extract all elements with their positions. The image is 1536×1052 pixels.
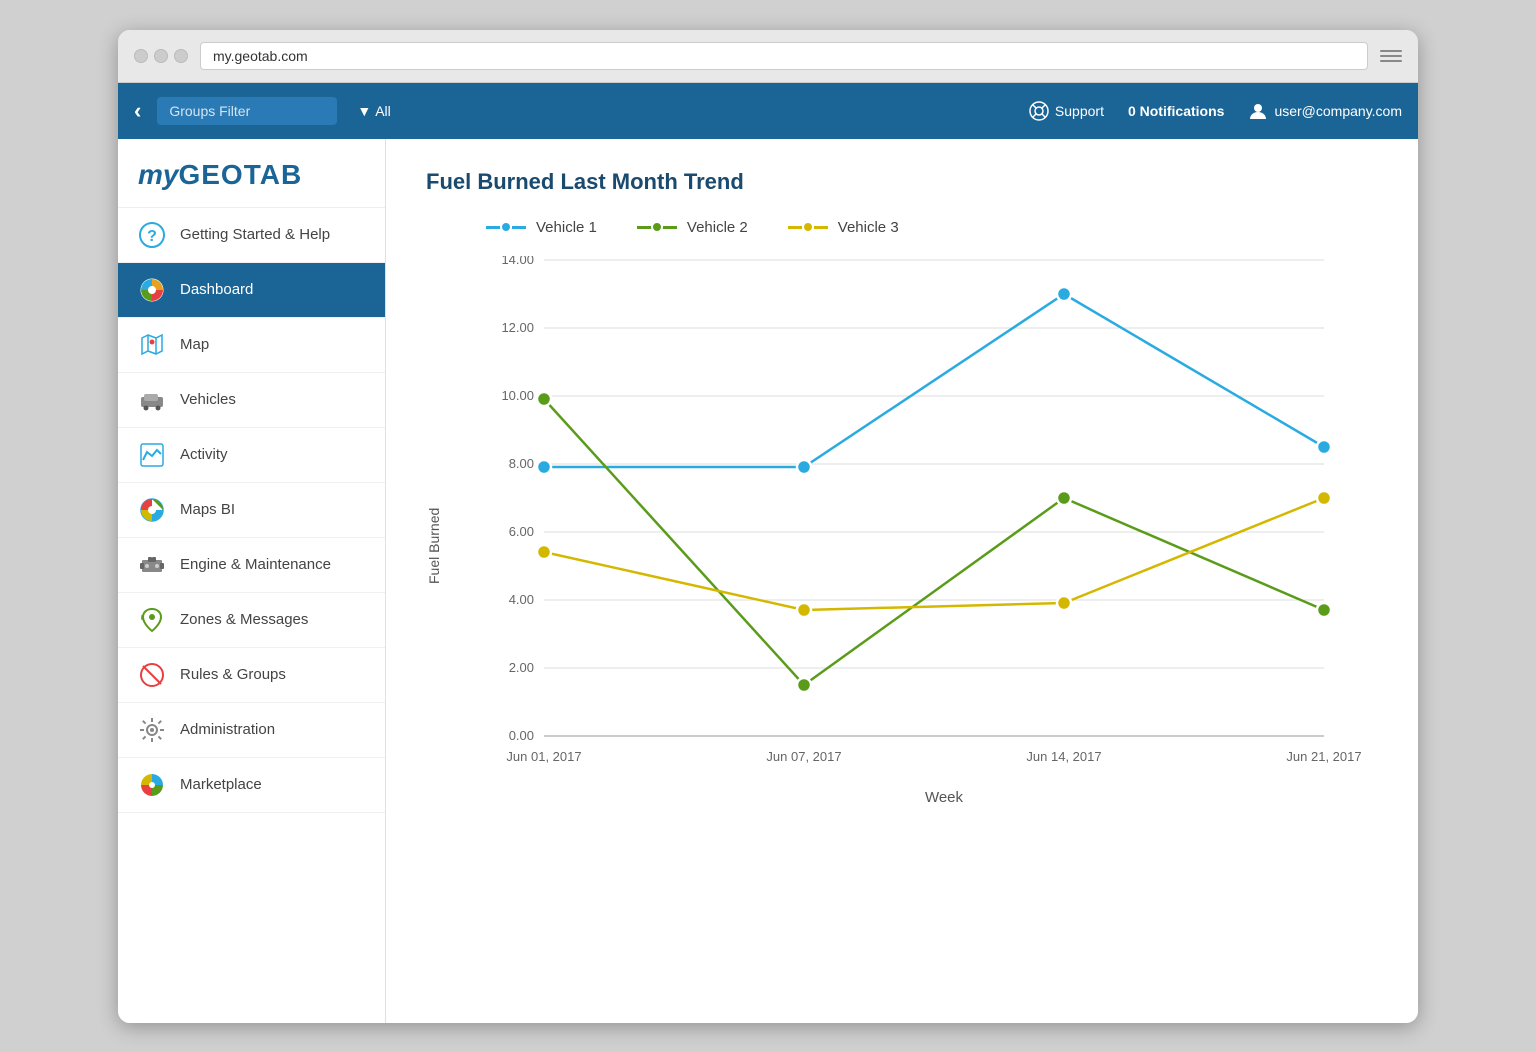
top-nav: ‹ ▼ All Support	[118, 83, 1418, 139]
back-button[interactable]: ‹	[134, 98, 141, 124]
sidebar-item-administration[interactable]: Administration	[118, 703, 385, 758]
legend-label-v2: Vehicle 2	[687, 219, 748, 236]
sidebar-item-map[interactable]: Map	[118, 318, 385, 373]
user-label: user@company.com	[1274, 103, 1402, 119]
chart-legend: Vehicle 1 Vehicle 2 Vehicle 3	[486, 219, 1378, 236]
admin-icon	[138, 716, 166, 744]
address-bar[interactable]: my.geotab.com	[200, 42, 1368, 70]
svg-text:Jun 07, 2017: Jun 07, 2017	[766, 749, 841, 764]
logo-geotab: GEOTAB	[178, 159, 302, 190]
sidebar-label-rules: Rules & Groups	[180, 666, 286, 683]
sidebar-item-activity[interactable]: Activity	[118, 428, 385, 483]
sidebar-item-vehicles[interactable]: Vehicles	[118, 373, 385, 428]
y-axis-label: Fuel Burned	[426, 256, 450, 836]
svg-text:14.00: 14.00	[501, 256, 534, 267]
legend-label-v3: Vehicle 3	[838, 219, 899, 236]
support-icon	[1029, 101, 1049, 121]
sidebar-label-engine: Engine & Maintenance	[180, 556, 331, 573]
sidebar-item-engine[interactable]: Engine & Maintenance	[118, 538, 385, 593]
activity-icon	[138, 441, 166, 469]
svg-text:Jun 21, 2017: Jun 21, 2017	[1286, 749, 1361, 764]
legend-vehicle1: Vehicle 1	[486, 219, 597, 236]
x-axis-label: Week	[510, 789, 1378, 806]
filter-arrow-icon: ▼	[357, 103, 371, 119]
sidebar-label-getting-started: Getting Started & Help	[180, 226, 330, 243]
sidebar-label-activity: Activity	[180, 446, 228, 463]
nav-right: Support 0 Notifications user@company.com	[1029, 101, 1402, 121]
svg-text:Jun 01, 2017: Jun 01, 2017	[506, 749, 581, 764]
sidebar-nav: ? Getting Started & Help	[118, 208, 385, 1023]
sidebar-label-map: Map	[180, 336, 209, 353]
user-menu[interactable]: user@company.com	[1248, 101, 1402, 121]
groups-filter-input[interactable]	[157, 97, 337, 125]
engine-icon	[138, 551, 166, 579]
sidebar-label-dashboard: Dashboard	[180, 281, 253, 298]
sidebar-item-zones[interactable]: Zones & Messages	[118, 593, 385, 648]
chart-container: Fuel Burned	[426, 256, 1378, 836]
sidebar-item-marketplace[interactable]: Marketplace	[118, 758, 385, 813]
maps-bi-icon	[138, 496, 166, 524]
content-area: Fuel Burned Last Month Trend Vehicle 1 V…	[386, 139, 1418, 1023]
notifications-button[interactable]: 0 Notifications	[1128, 103, 1224, 119]
svg-text:8.00: 8.00	[509, 456, 534, 471]
svg-text:2.00: 2.00	[509, 660, 534, 675]
svg-text:4.00: 4.00	[509, 592, 534, 607]
sidebar-label-maps-bi: Maps BI	[180, 501, 235, 518]
app-logo: myGEOTAB	[138, 159, 365, 191]
notifications-label: 0 Notifications	[1128, 103, 1224, 119]
sidebar-label-zones: Zones & Messages	[180, 611, 308, 628]
sidebar-label-administration: Administration	[180, 721, 275, 738]
filter-all-label: All	[375, 103, 391, 119]
legend-vehicle3: Vehicle 3	[788, 219, 899, 236]
browser-dot-1	[134, 49, 148, 63]
browser-window: my.geotab.com ‹ ▼ All	[118, 30, 1418, 1023]
app-container: ‹ ▼ All Support	[118, 83, 1418, 1023]
browser-dots	[134, 49, 188, 63]
chart-svg: 0.00 2.00 4.00 6.00 8.00 10.00 12.00 14.…	[450, 256, 1378, 776]
browser-menu-icon[interactable]	[1380, 50, 1402, 62]
legend-vehicle2: Vehicle 2	[637, 219, 748, 236]
support-button[interactable]: Support	[1029, 101, 1104, 121]
sidebar-label-vehicles: Vehicles	[180, 391, 236, 408]
map-icon	[138, 331, 166, 359]
rules-icon	[138, 661, 166, 689]
marketplace-icon	[138, 771, 166, 799]
sidebar-item-rules[interactable]: Rules & Groups	[118, 648, 385, 703]
sidebar-label-marketplace: Marketplace	[180, 776, 262, 793]
user-icon	[1248, 101, 1268, 121]
sidebar: myGEOTAB ? Getting Started & Help	[118, 139, 386, 1023]
logo-area: myGEOTAB	[118, 139, 385, 208]
legend-label-v1: Vehicle 1	[536, 219, 597, 236]
browser-chrome: my.geotab.com	[118, 30, 1418, 83]
support-label: Support	[1055, 103, 1104, 119]
svg-text:6.00: 6.00	[509, 524, 534, 539]
dashboard-icon	[138, 276, 166, 304]
svg-text:10.00: 10.00	[501, 388, 534, 403]
logo-my: my	[138, 159, 178, 190]
chart-title: Fuel Burned Last Month Trend	[426, 169, 1378, 195]
sidebar-item-maps-bi[interactable]: Maps BI	[118, 483, 385, 538]
svg-text:12.00: 12.00	[501, 320, 534, 335]
svg-text:?: ?	[147, 228, 157, 245]
sidebar-item-getting-started[interactable]: ? Getting Started & Help	[118, 208, 385, 263]
zones-icon	[138, 606, 166, 634]
vehicles-icon	[138, 386, 166, 414]
help-icon: ?	[138, 221, 166, 249]
sidebar-item-dashboard[interactable]: Dashboard	[118, 263, 385, 318]
browser-dot-3	[174, 49, 188, 63]
main-layout: myGEOTAB ? Getting Started & Help	[118, 139, 1418, 1023]
chart-plot: 0.00 2.00 4.00 6.00 8.00 10.00 12.00 14.…	[450, 256, 1378, 836]
svg-text:Jun 14, 2017: Jun 14, 2017	[1026, 749, 1101, 764]
svg-text:0.00: 0.00	[509, 728, 534, 743]
browser-dot-2	[154, 49, 168, 63]
filter-all-dropdown[interactable]: ▼ All	[357, 103, 390, 119]
